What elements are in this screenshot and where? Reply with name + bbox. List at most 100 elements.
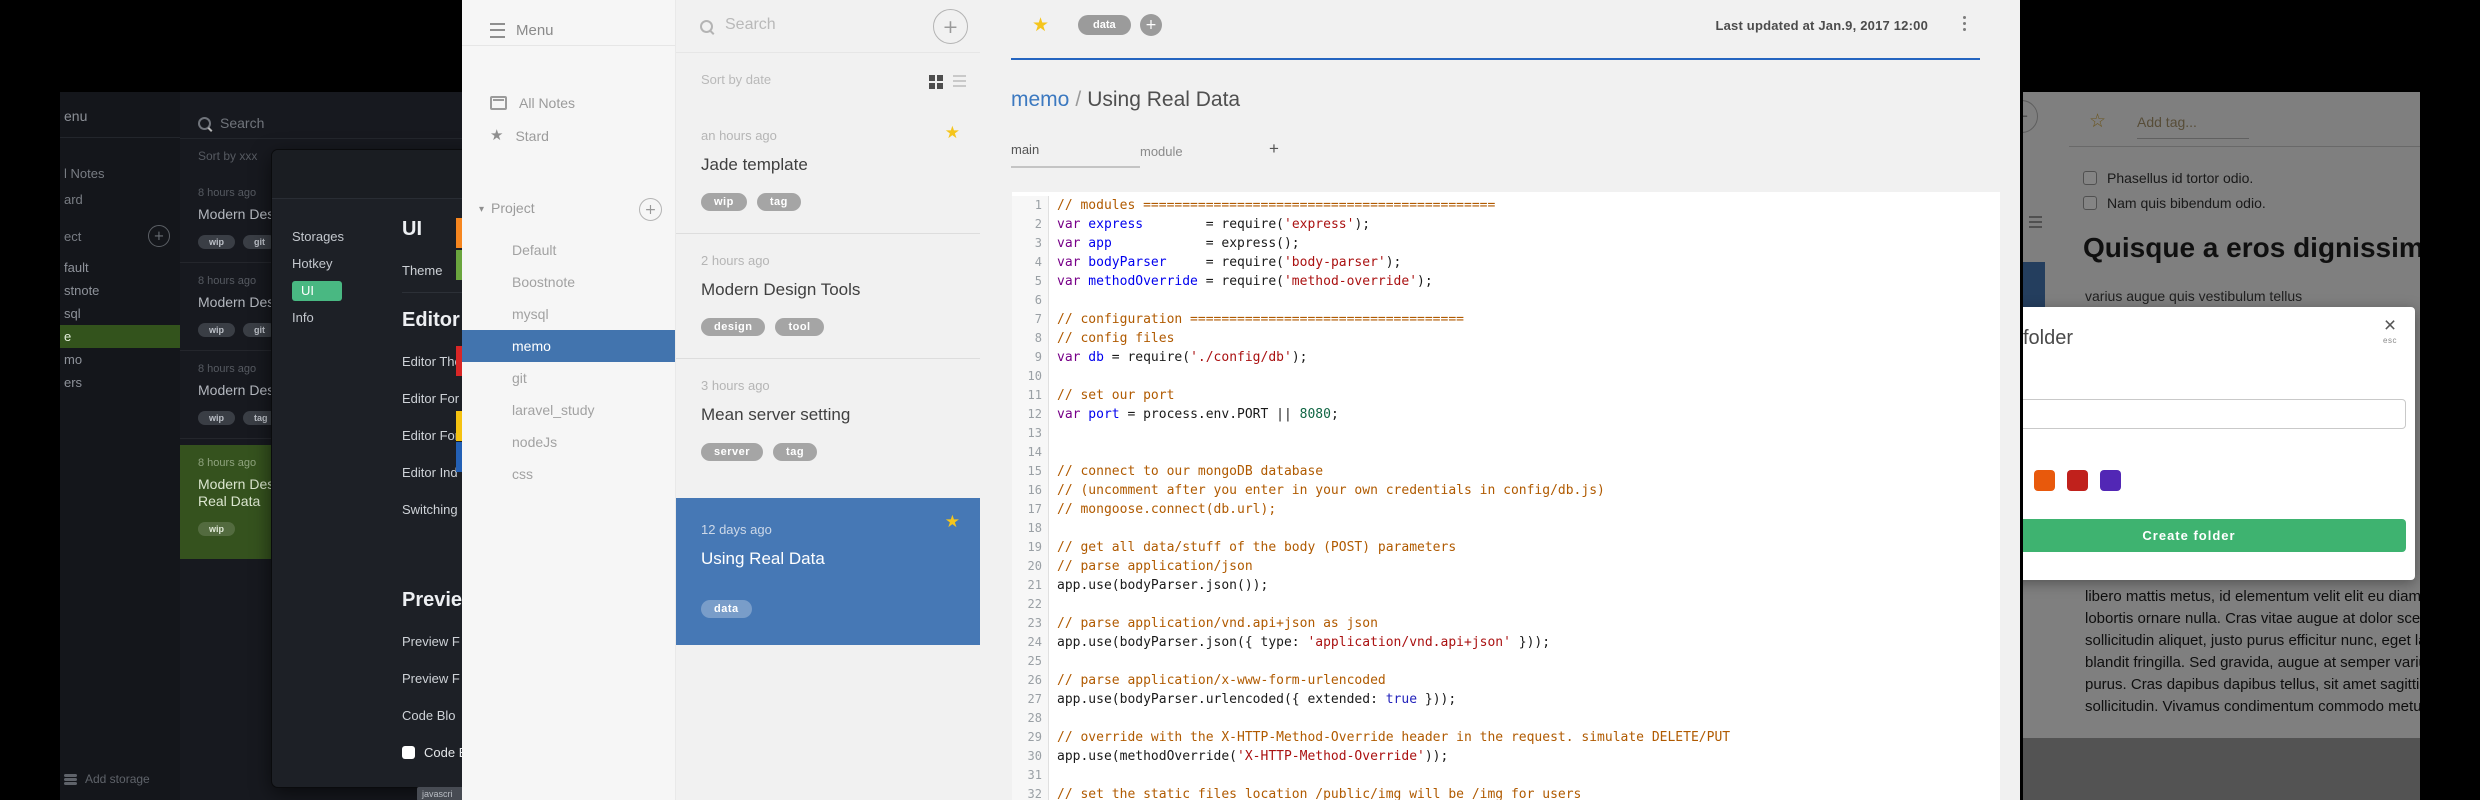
dark-preferences-content: UI Theme Editor Editor The Editor For Editor …	[402, 198, 462, 760]
storage-icon	[64, 773, 77, 777]
note-title: Modern Design Tools	[701, 280, 861, 299]
dark-code-mode-chip[interactable]: javascri	[417, 787, 462, 800]
project-header[interactable]: ▾ Project +	[462, 198, 675, 221]
dark-add-folder-button[interactable]: +	[148, 225, 170, 247]
code-token: );	[1291, 350, 1308, 365]
dark-folder-item[interactable]: ers	[60, 371, 180, 394]
chevron-down-icon: ▾	[479, 204, 485, 215]
preferences-nav-item[interactable]: UI	[292, 281, 414, 309]
preferences-nav-item[interactable]: Info	[292, 309, 414, 336]
sidebar-folder-css[interactable]: css	[462, 458, 675, 490]
sidebar-folder-memo[interactable]: memo	[462, 330, 675, 362]
modal-close-button[interactable]: × esc	[2383, 315, 2397, 345]
breadcrumb-folder[interactable]: memo	[1011, 88, 1069, 111]
note-list-item[interactable]: an hours ago ★ Jade template wip tag	[676, 109, 980, 234]
code-text: app.use(methodOverride('X-HTTP-Method-Ov…	[1049, 747, 1448, 766]
dark-sidebar-item[interactable]: l Notes	[64, 166, 180, 181]
code-line: 3 var app = express();	[1012, 234, 2000, 253]
checkbox-icon	[402, 746, 415, 759]
code-token: ;	[1330, 407, 1339, 422]
code-line: 12 var port = process.env.PORT || 8080;	[1012, 405, 2000, 424]
menu-label: Menu	[516, 22, 554, 39]
code-editor[interactable]: 1 // modules ============================…	[1012, 192, 2000, 800]
star-icon[interactable]: ★	[945, 512, 960, 532]
sidebar-item-stard[interactable]: ★ Stard	[462, 119, 675, 152]
page-title: Using Real Data	[1087, 88, 1241, 111]
code-line: 20 // parse application/json	[1012, 557, 2000, 576]
search-field[interactable]: Search +	[676, 0, 980, 53]
code-line: 14	[1012, 443, 2000, 462]
new-note-button[interactable]: +	[933, 9, 968, 44]
line-number: 27	[1012, 690, 1049, 709]
code-text: var express = require('express');	[1049, 215, 1370, 234]
preferences-nav-label: Storages	[292, 229, 345, 244]
note-list-item[interactable]: 12 days ago ★ Using Real Data data	[676, 498, 980, 645]
code-token: // (uncomment after you enter in your ow…	[1057, 483, 1605, 498]
search-placeholder: Search	[725, 16, 776, 33]
code-text: // parse application/vnd.api+json as jso…	[1049, 614, 1378, 633]
list-view-icon[interactable]	[953, 75, 966, 77]
folder-color-swatches	[2023, 470, 2121, 491]
code-token: }));	[1510, 635, 1551, 650]
kebab-menu-icon[interactable]	[1963, 16, 1966, 19]
code-line: 31	[1012, 766, 2000, 785]
code-token: app.use(methodOverride(	[1057, 749, 1238, 764]
create-folder-button[interactable]: Create folder	[2023, 519, 2406, 552]
tab-module[interactable]: module	[1140, 144, 1269, 168]
color-swatch[interactable]	[2100, 470, 2121, 491]
note-list-item[interactable]: 3 hours ago Mean server setting server tag	[676, 359, 980, 483]
note-tags: design tool	[701, 317, 966, 336]
code-token: var	[1057, 274, 1081, 289]
modal-title: w folder	[2023, 327, 2074, 349]
dark-folder-item[interactable]: stnote	[60, 279, 180, 302]
color-swatch[interactable]	[2067, 470, 2088, 491]
dark-search-field[interactable]: Search	[180, 92, 462, 139]
dark-folder-item[interactable]: e	[60, 325, 180, 348]
preferences-nav-label: Info	[292, 310, 314, 325]
note-timestamp: an hours ago	[701, 128, 777, 143]
tag-badge: data	[701, 600, 752, 618]
tab-main[interactable]: main	[1011, 142, 1140, 168]
dark-add-storage-button[interactable]: Add storage	[64, 772, 150, 786]
dark-menu-button[interactable]: enu	[60, 92, 180, 138]
code-token: var	[1057, 255, 1081, 270]
code-line: 19 // get all data/stuff of the body (POS…	[1012, 538, 2000, 557]
add-tag-button[interactable]: +	[1140, 14, 1162, 36]
folder-name-input[interactable]	[2023, 399, 2406, 429]
star-icon[interactable]: ★	[1032, 14, 1049, 36]
preferences-nav-item[interactable]: Hotkey	[292, 255, 414, 282]
sort-selector[interactable]: Sort by date	[701, 72, 771, 87]
preferences-checkbox[interactable]: Code B	[402, 745, 462, 760]
code-token: = require(	[1166, 255, 1284, 270]
dark-folder-item[interactable]: sql	[60, 302, 180, 325]
dark-folder-item[interactable]: mo	[60, 348, 180, 371]
sidebar-item-all-notes[interactable]: All Notes	[462, 86, 675, 119]
sidebar-folder-nodeJs[interactable]: nodeJs	[462, 426, 675, 458]
menu-button[interactable]: Menu	[462, 0, 675, 46]
add-tab-button[interactable]: +	[1269, 139, 1309, 168]
dark-project-header[interactable]: ect +	[60, 225, 180, 247]
dark-sidebar-item[interactable]: ard	[64, 192, 180, 207]
sidebar-folder-Boostnote[interactable]: Boostnote	[462, 266, 675, 298]
sidebar-folder-Default[interactable]: Default	[462, 234, 675, 266]
sidebar-folder-git[interactable]: git	[462, 362, 675, 394]
note-tag-badge[interactable]: data	[1078, 15, 1131, 35]
line-number: 3	[1012, 234, 1049, 253]
note-list-item[interactable]: 2 hours ago Modern Design Tools design tool	[676, 234, 980, 359]
sidebar-folder-laravel_study[interactable]: laravel_study	[462, 394, 675, 426]
star-icon[interactable]: ★	[945, 123, 960, 143]
color-swatch[interactable]	[2034, 470, 2055, 491]
grid-view-icon[interactable]	[929, 75, 935, 81]
sidebar-nav: All Notes ★ Stard	[462, 46, 675, 152]
line-number: 2	[1012, 215, 1049, 234]
line-number: 25	[1012, 652, 1049, 671]
preferences-nav-item[interactable]: Storages	[292, 228, 414, 255]
code-token: 'X-HTTP-Method-Override'	[1237, 749, 1425, 764]
add-folder-button[interactable]: +	[639, 198, 662, 221]
line-number: 14	[1012, 443, 1049, 462]
sidebar-folder-mysql[interactable]: mysql	[462, 298, 675, 330]
code-token: = require(	[1103, 350, 1191, 365]
code-text: var db = require('./config/db');	[1049, 348, 1307, 367]
line-number: 13	[1012, 424, 1049, 443]
dark-folder-item[interactable]: fault	[60, 256, 180, 279]
